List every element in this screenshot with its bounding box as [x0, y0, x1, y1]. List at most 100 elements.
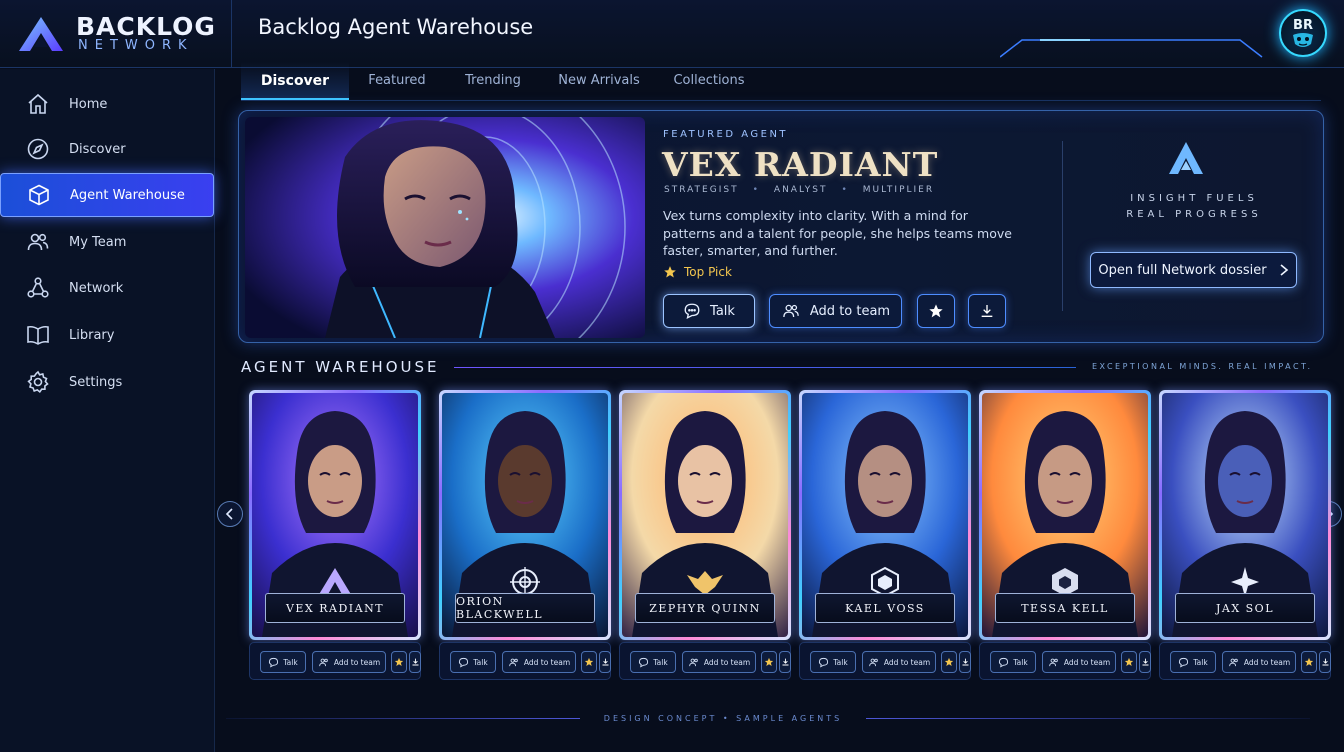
agent-card-frame: ORION BLACKWELL [439, 390, 611, 640]
brand-subname: NETWORK [78, 38, 194, 53]
favorite-button[interactable] [941, 651, 957, 673]
download-icon [1142, 658, 1148, 666]
talk-button-label: Talk [473, 657, 488, 667]
featured-agent-portrait [245, 117, 645, 338]
add-to-team-label: Add to team [333, 657, 381, 667]
agent-card-actions: Talk Add to team [249, 642, 421, 680]
download-icon [1322, 658, 1328, 666]
sidebar-item-label: Agent Warehouse [70, 187, 185, 203]
add-to-team-button[interactable]: Add to team [862, 651, 936, 673]
users-icon [509, 658, 518, 666]
agent-name: KAEL VOSS [815, 593, 955, 623]
tab-featured[interactable]: Featured [353, 62, 441, 100]
agent-card-actions: Talk Add to team [619, 642, 791, 680]
download-icon [782, 658, 788, 666]
talk-button[interactable]: Talk [810, 651, 856, 673]
favorite-button[interactable] [1301, 651, 1317, 673]
user-initials: BR [1293, 18, 1313, 33]
top-bar: BACKLOG NETWORK Backlog Agent Warehouse … [0, 0, 1344, 68]
star-icon [394, 657, 404, 666]
favorite-button[interactable] [761, 651, 777, 673]
users-icon [689, 658, 698, 666]
tab-new-arrivals[interactable]: New Arrivals [547, 62, 651, 100]
brand-logo[interactable]: BACKLOG NETWORK [0, 0, 232, 68]
download-button[interactable] [959, 651, 971, 673]
tab-trending[interactable]: Trending [451, 62, 535, 100]
talk-button[interactable]: Talk [260, 651, 306, 673]
talk-button[interactable]: Talk [990, 651, 1036, 673]
chevron-right-icon [1280, 264, 1288, 276]
agent-name: TESSA KELL [995, 593, 1135, 623]
chat-bubble-icon [639, 657, 649, 667]
add-to-team-button[interactable]: Add to team [769, 294, 902, 328]
hero-tagline: INSIGHT FUELS REAL PROGRESS [1109, 191, 1279, 223]
talk-button-label: Talk [1013, 657, 1028, 667]
tab-collections[interactable]: Collections [663, 62, 755, 100]
talk-button-label: Talk [1193, 657, 1208, 667]
favorite-button[interactable] [391, 651, 407, 673]
favorite-button[interactable] [581, 651, 597, 673]
agent-card-art: TESSA KELL [982, 393, 1148, 637]
sidebar-item-my-team[interactable]: My Team [0, 220, 214, 264]
agent-card[interactable]: TESSA KELL Talk Add to team [977, 388, 1153, 680]
agent-card[interactable]: VEX RADIANT Talk Add to team [247, 388, 423, 680]
agent-card-frame: JAX SOL [1159, 390, 1331, 640]
agent-name: ORION BLACKWELL [455, 593, 595, 623]
footer-divider [866, 718, 1310, 719]
sidebar-item-label: Discover [69, 141, 126, 157]
hero-divider [1062, 141, 1063, 311]
download-button[interactable] [409, 651, 421, 673]
users-icon [1049, 658, 1058, 666]
chat-bubble-icon [1179, 657, 1189, 667]
add-to-team-button[interactable]: Add to team [1222, 651, 1296, 673]
sidebar-item-library[interactable]: Library [0, 313, 214, 357]
add-to-team-button[interactable]: Add to team [312, 651, 386, 673]
sidebar-item-agent-warehouse[interactable]: Agent Warehouse [0, 173, 214, 217]
favorite-button[interactable] [917, 294, 955, 328]
agent-name: ZEPHYR QUINN [635, 593, 775, 623]
agent-card[interactable]: ORION BLACKWELL Talk Add to team [437, 388, 613, 680]
add-to-team-label: Add to team [1063, 657, 1111, 667]
agent-card-art: ORION BLACKWELL [442, 393, 608, 637]
carousel-prev-button[interactable] [217, 501, 243, 527]
tagline-line: INSIGHT FUELS [1130, 193, 1258, 204]
open-dossier-button[interactable]: Open full Network dossier [1090, 252, 1297, 288]
sidebar-item-network[interactable]: Network [0, 266, 214, 310]
download-button[interactable] [1139, 651, 1151, 673]
favorite-button[interactable] [1121, 651, 1137, 673]
tab-discover[interactable]: Discover [241, 62, 349, 100]
agent-card[interactable]: ZEPHYR QUINN Talk Add to team [617, 388, 793, 680]
talk-button[interactable]: Talk [663, 294, 755, 328]
users-icon [1229, 658, 1238, 666]
agent-card-art: ZEPHYR QUINN [622, 393, 788, 637]
footer-divider [226, 718, 580, 719]
sidebar-item-settings[interactable]: Settings [0, 360, 214, 404]
agent-card[interactable]: KAEL VOSS Talk Add to team [797, 388, 973, 680]
sidebar-item-home[interactable]: Home [0, 82, 214, 126]
sidebar-item-discover[interactable]: Discover [0, 127, 214, 171]
star-icon [944, 657, 954, 666]
chat-bubble-icon [269, 657, 279, 667]
sidebar: Home Discover Agent Warehouse My Team Ne… [0, 69, 215, 752]
download-button[interactable] [599, 651, 611, 673]
talk-button-label: Talk [833, 657, 848, 667]
agent-card[interactable]: JAX SOL Talk Add to team [1157, 388, 1333, 680]
role-label: MULTIPLIER [862, 185, 935, 195]
download-button[interactable] [1319, 651, 1331, 673]
sidebar-item-label: My Team [69, 234, 127, 250]
add-to-team-button[interactable]: Add to team [1042, 651, 1116, 673]
talk-button[interactable]: Talk [450, 651, 496, 673]
talk-button[interactable]: Talk [630, 651, 676, 673]
download-button[interactable] [968, 294, 1006, 328]
user-avatar[interactable]: BR [1279, 9, 1327, 57]
agent-card-frame: VEX RADIANT [249, 390, 421, 640]
add-to-team-button[interactable]: Add to team [502, 651, 576, 673]
home-icon [28, 93, 48, 114]
agent-card-actions: Talk Add to team [799, 642, 971, 680]
download-button[interactable] [779, 651, 791, 673]
add-to-team-button[interactable]: Add to team [682, 651, 756, 673]
star-icon [1304, 657, 1314, 666]
sidebar-item-label: Library [69, 327, 115, 343]
talk-button[interactable]: Talk [1170, 651, 1216, 673]
users-icon [319, 658, 328, 666]
